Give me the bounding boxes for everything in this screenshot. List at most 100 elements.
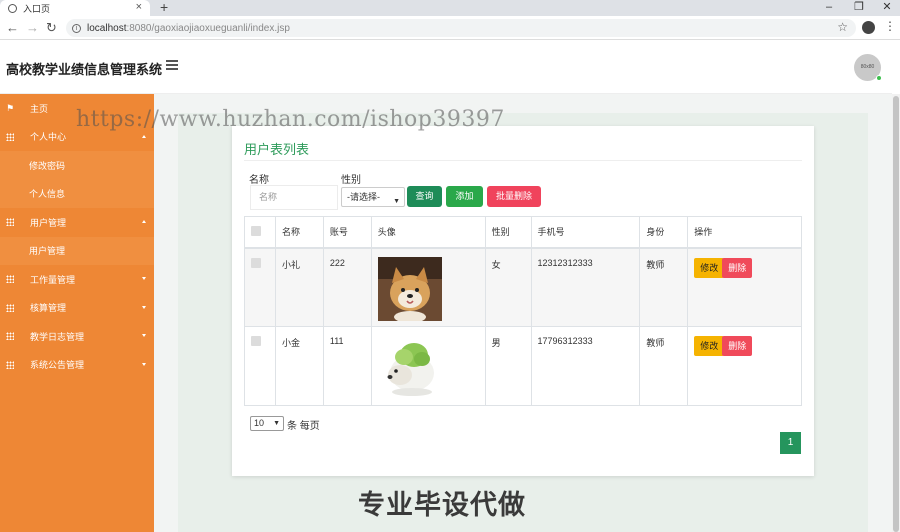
account-cell: 111	[322, 326, 372, 406]
row-checkbox[interactable]	[251, 257, 261, 268]
sidebar-item[interactable]: 用户管理	[0, 236, 154, 265]
grid-icon	[6, 360, 14, 369]
tab-close-icon[interactable]: ×	[136, 1, 142, 13]
role-cell: 教师	[639, 326, 689, 406]
chevron-down-icon	[142, 362, 146, 366]
table-header-row: 名称 账号 头像 性别 手机号 身份 操作	[244, 216, 802, 249]
name-search-input[interactable]: 名称	[250, 185, 338, 210]
browser-menu-icon[interactable]: ⋮	[884, 19, 896, 33]
cabbage-dog-photo	[377, 335, 442, 399]
select-all-checkbox[interactable]	[251, 225, 261, 236]
browser-tab-bar: 入口页 × + – ❐ ✕	[0, 0, 900, 16]
bookmark-star-icon[interactable]: ☆	[837, 20, 848, 34]
page-size-value: 10	[254, 418, 265, 428]
delete-button[interactable]: 删除	[722, 257, 753, 278]
actions-cell: 修改 删除	[687, 247, 802, 327]
role-cell: 教师	[639, 247, 689, 327]
sidebar-item-label: 个人中心	[30, 132, 67, 143]
sidebar-item-label: 主页	[30, 103, 49, 114]
account-cell: 222	[322, 247, 372, 327]
grid-icon	[6, 303, 14, 312]
restore-button[interactable]: ❐	[844, 0, 874, 16]
gender-cell: 女	[484, 247, 532, 327]
chevron-up-icon	[142, 220, 146, 223]
gender-cell: 男	[484, 326, 532, 406]
minimize-button[interactable]: –	[814, 0, 844, 16]
add-button[interactable]: 添加	[446, 186, 483, 207]
url-host: localhost	[87, 22, 127, 34]
user-table: 名称 账号 头像 性别 手机号 身份 操作 小礼 222 女 123123123…	[244, 216, 802, 406]
url-field[interactable]: i localhost:8080/gaoxiaojiaoxueguanli/in…	[66, 19, 856, 37]
grid-icon	[6, 218, 14, 227]
grid-icon	[6, 132, 14, 141]
phone-cell: 12312312333	[530, 247, 641, 327]
info-icon[interactable]: i	[72, 23, 81, 33]
search-button[interactable]: 查询	[407, 186, 442, 207]
column-header: 性别	[484, 216, 532, 249]
column-header: 操作	[687, 216, 802, 249]
edit-button[interactable]: 修改	[694, 336, 725, 356]
column-header: 头像	[370, 216, 486, 249]
column-header: 手机号	[530, 216, 641, 249]
browser-tab[interactable]: 入口页 ×	[0, 0, 150, 16]
gender-select[interactable]: -请选择- ▼	[341, 187, 405, 207]
sidebar-item-label: 教学日志管理	[30, 331, 85, 342]
gender-select-value: -请选择-	[347, 192, 380, 202]
column-header: 身份	[639, 216, 689, 249]
name-filter-label: 名称	[249, 175, 269, 186]
batch-delete-button[interactable]: 批量删除	[487, 186, 541, 207]
row-select-cell	[244, 247, 276, 327]
chevron-down-icon	[142, 334, 146, 337]
url-text: localhost:8080/gaoxiaojiaoxueguanli/inde…	[87, 23, 290, 34]
sidebar-item[interactable]: 系统公告管理	[0, 351, 154, 380]
sidebar-item-label: 核算管理	[30, 303, 67, 314]
sidebar-item-label: 修改密码	[29, 160, 66, 171]
column-header: 名称	[274, 216, 324, 249]
sidebar-item-label: 用户管理	[30, 217, 67, 228]
table-row: 小礼 222 女 12312312333 教师 修改 删除	[244, 247, 802, 327]
tab-title: 入口页	[23, 3, 51, 14]
grid-icon	[6, 332, 14, 341]
page-button-current[interactable]: 1	[780, 432, 801, 454]
profile-icon[interactable]	[862, 21, 875, 34]
chevron-down-icon	[142, 277, 146, 280]
app-title: 高校教学业绩信息管理系统	[6, 62, 163, 77]
sidebar-item[interactable]: 个人中心	[0, 123, 154, 152]
window-close-button[interactable]: ✕	[872, 0, 900, 16]
back-icon[interactable]: ←	[6, 20, 19, 35]
chevron-up-icon	[142, 134, 146, 138]
avatar-cell	[370, 326, 486, 406]
sidebar-item[interactable]: 用户管理	[0, 208, 154, 237]
sidebar-item-label: 用户管理	[29, 246, 66, 257]
name-cell: 小金	[274, 326, 324, 406]
page-size-select[interactable]: 10 ▼	[250, 416, 284, 431]
page-title: 用户表列表	[244, 142, 310, 157]
edit-button[interactable]: 修改	[694, 257, 725, 278]
sidebar-item[interactable]: ⚑ 主页	[0, 94, 154, 123]
menu-toggle-icon[interactable]	[166, 60, 178, 72]
shiba-dog-photo	[377, 256, 442, 323]
forward-icon[interactable]: →	[26, 20, 39, 35]
phone-cell: 17796312333	[530, 326, 641, 406]
chevron-down-icon: ▼	[393, 198, 400, 205]
scrollbar-thumb[interactable]	[893, 96, 899, 532]
sidebar: ⚑ 主页 个人中心 修改密码 个人信息 用户管理 用户管理 工作量管理 核算管理 教学日志管理 系统…	[0, 94, 154, 532]
sidebar-item[interactable]: 工作量管理	[0, 265, 154, 294]
new-tab-button[interactable]: +	[160, 0, 168, 15]
row-select-cell	[244, 326, 276, 406]
name-cell: 小礼	[274, 247, 324, 327]
sidebar-item[interactable]: 修改密码	[0, 151, 154, 180]
sidebar-item[interactable]: 教学日志管理	[0, 322, 154, 351]
sidebar-item[interactable]: 核算管理	[0, 294, 154, 323]
reload-icon[interactable]: ↻	[46, 20, 57, 36]
delete-button[interactable]: 删除	[722, 336, 753, 356]
user-list-card: 用户表列表 名称 名称 性别 -请选择- ▼ 查询 添加 批量删除 名称 账号 …	[232, 126, 814, 476]
avatar-cell	[370, 247, 486, 327]
flag-icon: ⚑	[6, 103, 15, 114]
sidebar-item[interactable]: 个人信息	[0, 179, 154, 208]
gender-filter-label: 性别	[341, 175, 361, 186]
chevron-down-icon: ▼	[273, 420, 280, 427]
row-checkbox[interactable]	[251, 336, 261, 346]
grid-icon	[6, 275, 14, 284]
address-bar: ← → ↻ i localhost:8080/gaoxiaojiaoxuegua…	[0, 16, 900, 40]
